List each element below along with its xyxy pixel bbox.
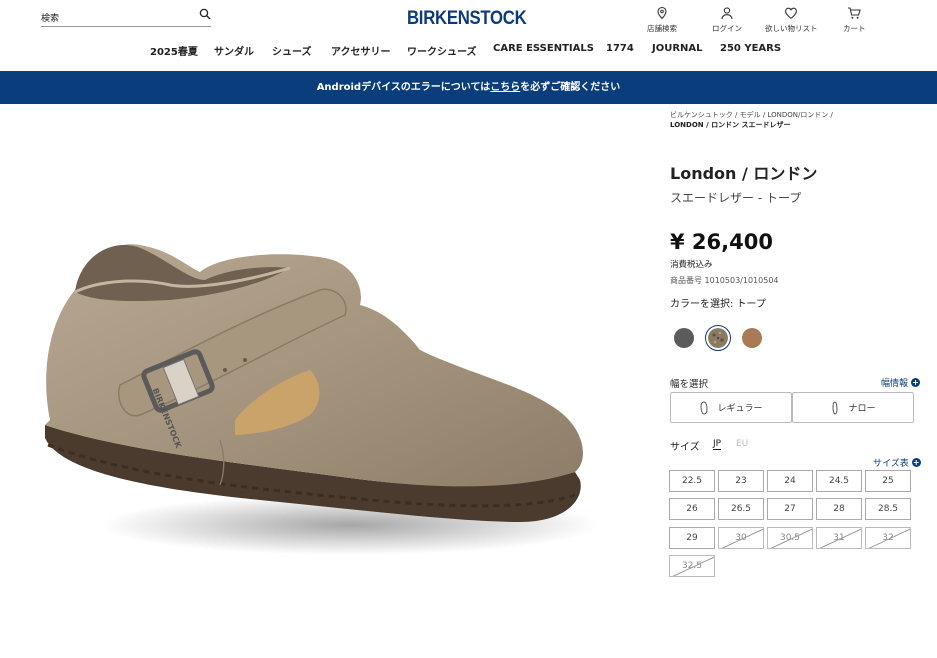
size-option-unavailable[interactable]: 30.5 (767, 527, 813, 549)
user-icon (721, 7, 733, 20)
size-option-unavailable[interactable]: 32.5 (669, 555, 715, 577)
size-option[interactable]: 24.5 (816, 470, 862, 492)
nav-item-care-essentials[interactable]: CARE ESSENTIALS (493, 43, 594, 54)
size-header: サイズ JP EU (670, 438, 920, 453)
size-option[interactable]: 25 (865, 470, 911, 492)
size-option[interactable]: 24 (767, 470, 813, 492)
color-dot (674, 328, 694, 348)
width-option-label: レギュラー (717, 404, 763, 414)
product-image[interactable]: BIRKENSTOCK (20, 210, 610, 580)
width-option-regular[interactable]: レギュラー (670, 392, 792, 423)
width-option-label: ナロー (848, 404, 876, 414)
banner-text-after: を必ずご確認ください (520, 82, 621, 93)
size-option-unavailable[interactable]: 30 (718, 527, 764, 549)
product-price: ¥ 26,400 (670, 230, 773, 254)
search-icon[interactable] (199, 8, 211, 20)
size-option[interactable]: 26.5 (718, 498, 764, 520)
cart-link[interactable]: カート (843, 6, 866, 34)
banner-text-before: Androidデバイスのエラーについては (316, 82, 491, 93)
site-header: BIRKENSTOCK 店舗検索 ログイン 欲しい物リスト カート 2025春夏… (0, 0, 937, 70)
size-option[interactable]: 28.5 (865, 498, 911, 520)
banner-link[interactable]: こちら (490, 82, 520, 93)
plus-icon: + (911, 458, 921, 467)
location-pin-icon (657, 6, 667, 20)
nav-item-1774[interactable]: 1774 (606, 43, 634, 54)
foot-icon (700, 400, 708, 415)
size-option[interactable]: 27 (767, 498, 813, 520)
width-header: 幅を選択 幅情報 + (670, 376, 920, 390)
nav-item-accessories[interactable]: アクセサリー (331, 43, 391, 58)
width-option-narrow[interactable]: ナロー (792, 392, 914, 423)
nav-item-journal[interactable]: JOURNAL (652, 43, 703, 54)
tax-note: 消費税込み (670, 260, 713, 270)
color-dot (742, 328, 762, 348)
size-option[interactable]: 28 (816, 498, 862, 520)
width-info-label: 幅情報 (880, 379, 908, 389)
nav-item-shoes[interactable]: シューズ (272, 43, 312, 58)
size-chart-link[interactable]: サイズ表 + (873, 456, 921, 469)
breadcrumb-current: LONDON / ロンドン スエードレザー (670, 121, 791, 129)
brand-logo[interactable]: BIRKENSTOCK (407, 8, 527, 30)
color-swatch-gray[interactable] (671, 325, 697, 351)
size-option-unavailable[interactable]: 31 (816, 527, 862, 549)
heart-icon (785, 7, 798, 19)
size-option[interactable]: 23 (718, 470, 764, 492)
nav-item-2025ss[interactable]: 2025春夏 (150, 43, 198, 58)
nav-item-sandals[interactable]: サンダル (214, 43, 254, 58)
breadcrumb-item[interactable]: ビルケンシュトック (670, 111, 733, 119)
breadcrumb-item[interactable]: LONDON/ロンドン (767, 111, 828, 119)
store-locator-link[interactable]: 店舗検索 (647, 6, 677, 34)
color-swatch-cognac[interactable] (739, 325, 765, 351)
search-input[interactable] (41, 10, 191, 28)
cart-label: カート (843, 24, 866, 33)
login-link[interactable]: ログイン (712, 6, 742, 34)
color-dot (708, 328, 728, 348)
size-option-unavailable[interactable]: 32 (865, 527, 911, 549)
size-unit-eu[interactable]: EU (736, 439, 748, 449)
size-unit-jp[interactable]: JP (713, 439, 722, 450)
store-locator-label: 店舗検索 (647, 24, 677, 33)
foot-icon (832, 400, 838, 415)
color-label: カラーを選択: トープ (670, 299, 766, 310)
product-info: ビルケンシュトック / モデル / LONDON/ロンドン / LONDON /… (670, 110, 920, 353)
nav-item-work-shoes[interactable]: ワークシューズ (407, 43, 477, 58)
color-swatches (670, 325, 920, 353)
search-bar (41, 6, 211, 28)
login-label: ログイン (712, 24, 742, 33)
width-label: 幅を選択 (670, 379, 709, 390)
wishlist-label: 欲しい物リスト (765, 24, 818, 33)
size-label: サイズ (670, 442, 700, 453)
plus-icon: + (911, 378, 920, 387)
size-option[interactable]: 26 (669, 498, 715, 520)
main-nav: 2025春夏 サンダル シューズ アクセサリー ワークシューズ CARE ESS… (0, 43, 937, 58)
size-option[interactable]: 29 (669, 527, 715, 549)
breadcrumb-item[interactable]: モデル (740, 111, 761, 119)
wishlist-link[interactable]: 欲しい物リスト (765, 6, 818, 34)
size-option[interactable]: 22.5 (669, 470, 715, 492)
nav-item-250-years[interactable]: 250 YEARS (720, 43, 781, 54)
cart-icon (848, 7, 861, 19)
notice-banner: Androidデバイスのエラーについてはこちらを必ずご確認ください (0, 71, 937, 104)
product-subtitle: スエードレザー - トープ (670, 191, 802, 205)
breadcrumb: ビルケンシュトック / モデル / LONDON/ロンドン / LONDON /… (670, 111, 833, 129)
color-swatch-taupe[interactable] (705, 325, 731, 351)
product-title: London / ロンドン (670, 164, 818, 183)
size-chart-label: サイズ表 (873, 459, 909, 469)
width-info-link[interactable]: 幅情報 + (881, 376, 920, 389)
product-sku: 商品番号 1010503/1010504 (670, 276, 779, 285)
